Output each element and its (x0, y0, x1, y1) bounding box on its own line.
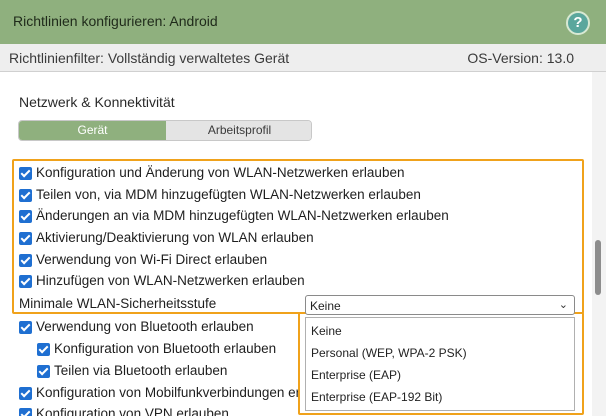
setting-label: Teilen via Bluetooth erlauben (54, 363, 228, 378)
checkbox-checked[interactable] (19, 254, 32, 267)
setting-mobile-config[interactable]: Konfiguration von Mobilfunkverbindungen … (19, 385, 298, 405)
profile-tabs: Gerät Arbeitsprofil (18, 120, 312, 141)
filter-bar: Richtlinienfilter: Vollständig verwaltet… (0, 44, 606, 72)
setting-label: Konfiguration von Mobilfunkverbindungen … (36, 385, 298, 400)
checkbox-checked[interactable] (19, 387, 32, 400)
help-icon[interactable]: ? (566, 11, 590, 35)
window-titlebar: Richtlinien konfigurieren: Android ? (0, 0, 606, 44)
os-version-label: OS-Version: 13.0 (467, 50, 574, 66)
min-wlan-security-label: Minimale WLAN-Sicherheitsstufe (19, 296, 217, 311)
dropdown-option[interactable]: Personal (WEP, WPA-2 PSK) (306, 343, 574, 364)
setting-label: Hinzufügen von WLAN-Netzwerken erlauben (36, 273, 305, 288)
checkbox-checked[interactable] (19, 189, 32, 202)
setting-label: Verwendung von Wi-Fi Direct erlauben (36, 252, 268, 267)
section-title: Netzwerk & Konnektivität (19, 94, 175, 110)
dropdown-option[interactable]: Enterprise (EAP-192 Bit) (306, 387, 574, 408)
scrollbar-thumb[interactable] (595, 240, 601, 295)
tab-device[interactable]: Gerät (19, 121, 166, 140)
setting-label: Konfiguration von VPN erlauben (36, 406, 229, 416)
chevron-down-icon: ⌄ (558, 299, 568, 311)
setting-label: Aktivierung/Deaktivierung von WLAN erlau… (36, 230, 314, 245)
checkbox-checked[interactable] (19, 210, 32, 223)
select-value: Keine (310, 299, 341, 313)
wlan-security-select[interactable]: Keine ⌄ (305, 295, 575, 315)
checkbox-checked[interactable] (19, 167, 32, 180)
setting-label: Konfiguration und Änderung von WLAN-Netz… (36, 165, 405, 180)
window-title: Richtlinien konfigurieren: Android (13, 13, 218, 29)
scrollbar[interactable] (592, 72, 606, 416)
checkbox-checked[interactable] (19, 232, 32, 245)
policy-filter-label: Richtlinienfilter: Vollständig verwaltet… (9, 50, 290, 66)
checkbox-checked[interactable] (19, 321, 32, 334)
dropdown-option[interactable]: Enterprise (EAP) (306, 365, 574, 386)
setting-label: Änderungen an via MDM hinzugefügten WLAN… (36, 208, 449, 223)
checkbox-checked[interactable] (37, 343, 50, 356)
checkbox-checked[interactable] (19, 408, 32, 416)
setting-label: Konfiguration von Bluetooth erlauben (54, 341, 277, 356)
checkbox-checked[interactable] (19, 275, 32, 288)
checkbox-checked[interactable] (37, 365, 50, 378)
setting-label: Teilen von, via MDM hinzugefügten WLAN-N… (36, 187, 421, 202)
setting-label: Verwendung von Bluetooth erlauben (36, 319, 254, 334)
wlan-security-dropdown: Keine Personal (WEP, WPA-2 PSK) Enterpri… (305, 317, 575, 411)
tab-work-profile[interactable]: Arbeitsprofil (166, 121, 311, 140)
dropdown-option[interactable]: Keine (306, 321, 574, 342)
setting-vpn-config[interactable]: Konfiguration von VPN erlauben (19, 406, 298, 416)
